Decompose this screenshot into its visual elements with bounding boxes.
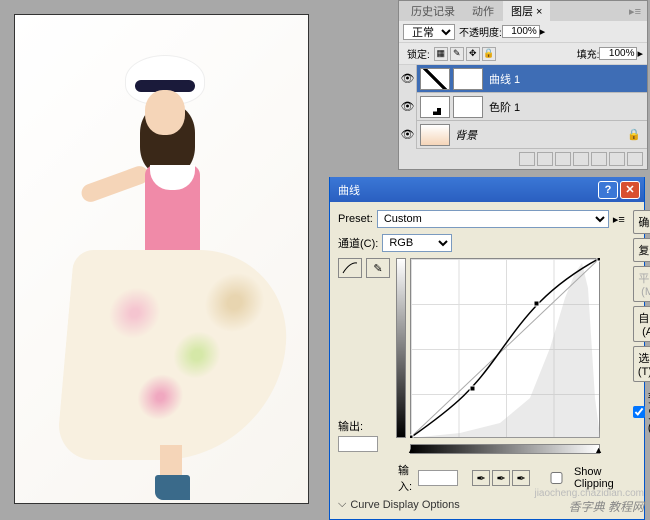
opacity-value[interactable]: 100% [502, 25, 540, 38]
visibility-eye-icon[interactable]: 👁 [399, 121, 417, 149]
tab-layers[interactable]: 图层 × [503, 1, 550, 21]
layer-mask-thumb[interactable] [453, 68, 483, 90]
curve-line[interactable] [410, 258, 600, 438]
preset-menu-icon[interactable]: ▸≡ [613, 213, 625, 226]
eyedropper-gray-icon[interactable]: ✒ [492, 470, 510, 486]
layer-list: 👁 曲线 1 👁 色阶 1 👁 背景 🔒 [399, 65, 647, 149]
channel-label: 通道(C): [338, 235, 378, 251]
lock-icon: 🔒 [627, 128, 641, 141]
lock-position-icon[interactable]: ✥ [466, 47, 480, 61]
output-field[interactable] [338, 436, 378, 452]
layer-name[interactable]: 曲线 1 [487, 71, 647, 87]
lock-all-icon[interactable]: 🔒 [482, 47, 496, 61]
preview-checkbox[interactable]: 预览(P) [633, 390, 650, 434]
group-icon[interactable] [591, 152, 607, 166]
mask-icon[interactable] [555, 152, 571, 166]
adjustment-icon[interactable] [573, 152, 589, 166]
cancel-button[interactable]: 复位 [633, 238, 650, 262]
show-clipping-checkbox[interactable]: Show Clipping [542, 466, 625, 490]
smooth-button: 平滑(M) [633, 266, 650, 302]
ok-button[interactable]: 确定 [633, 210, 650, 234]
input-label: 输入: [398, 462, 412, 494]
delete-layer-icon[interactable] [627, 152, 643, 166]
options-button[interactable]: 选项(T)... [633, 346, 650, 382]
curve-graph[interactable]: ▲ ▲ [396, 258, 606, 458]
layer-thumb-levels[interactable] [420, 96, 450, 118]
blend-mode-select[interactable]: 正常 [403, 24, 455, 40]
panel-menu-icon[interactable]: ▸≡ [623, 5, 647, 18]
panel-footer [399, 149, 647, 169]
fill-label: 填充: [577, 46, 600, 61]
input-gradient: ▲ ▲ [410, 444, 600, 454]
curve-tool-pencil[interactable]: ✎ [366, 258, 390, 278]
dialog-title: 曲线 [334, 182, 596, 198]
chevron-right-icon[interactable]: ▸ [637, 47, 643, 60]
canvas-document[interactable] [14, 14, 309, 504]
preset-select[interactable]: Custom [377, 210, 609, 228]
fx-icon[interactable] [537, 152, 553, 166]
curve-tool-point[interactable] [338, 258, 362, 278]
help-button[interactable]: ? [598, 181, 618, 199]
eyedropper-white-icon[interactable]: ✒ [512, 470, 530, 486]
visibility-eye-icon[interactable]: 👁 [399, 65, 417, 93]
chevron-right-icon[interactable]: ▸ [540, 25, 546, 38]
panel-tabs: 历史记录 动作 图层 × ▸≡ [399, 1, 647, 21]
auto-button[interactable]: 自动(A) [633, 306, 650, 342]
layer-name[interactable]: 色阶 1 [487, 99, 647, 115]
lock-transparency-icon[interactable]: ▦ [434, 47, 448, 61]
output-gradient [396, 258, 406, 438]
watermark-text: 香字典 教程网 [569, 498, 644, 515]
photo-figure [45, 55, 285, 495]
layer-row[interactable]: 👁 色阶 1 [399, 93, 647, 121]
preset-label: Preset: [338, 213, 373, 225]
lock-label: 锁定: [407, 46, 430, 61]
channel-select[interactable]: RGB [382, 234, 452, 252]
link-layers-icon[interactable] [519, 152, 535, 166]
lock-paint-icon[interactable]: ✎ [450, 47, 464, 61]
chevron-icon: ⌵ [338, 498, 346, 511]
layer-thumb-bg[interactable] [420, 124, 450, 146]
layer-mask-thumb[interactable] [453, 96, 483, 118]
layer-name[interactable]: 背景 [453, 127, 627, 143]
new-layer-icon[interactable] [609, 152, 625, 166]
close-button[interactable]: ✕ [620, 181, 640, 199]
tab-actions[interactable]: 动作 [464, 1, 502, 21]
curves-dialog: 曲线 ? ✕ Preset: Custom ▸≡ 通道(C): RGB ✎ [329, 177, 645, 520]
fill-value[interactable]: 100% [599, 47, 637, 60]
visibility-eye-icon[interactable]: 👁 [399, 93, 417, 121]
layers-panel: 历史记录 动作 图层 × ▸≡ 正常 不透明度: 100% ▸ 锁定: ▦ ✎ … [398, 0, 648, 170]
dialog-titlebar[interactable]: 曲线 ? ✕ [330, 177, 644, 202]
input-field[interactable] [418, 470, 458, 486]
opacity-label: 不透明度: [459, 24, 502, 39]
layer-thumb-curves[interactable] [420, 68, 450, 90]
output-label: 输出: [338, 418, 363, 434]
tab-history[interactable]: 历史记录 [403, 1, 463, 21]
eyedropper-black-icon[interactable]: ✒ [472, 470, 490, 486]
layer-row[interactable]: 👁 曲线 1 [399, 65, 647, 93]
layer-row[interactable]: 👁 背景 🔒 [399, 121, 647, 149]
